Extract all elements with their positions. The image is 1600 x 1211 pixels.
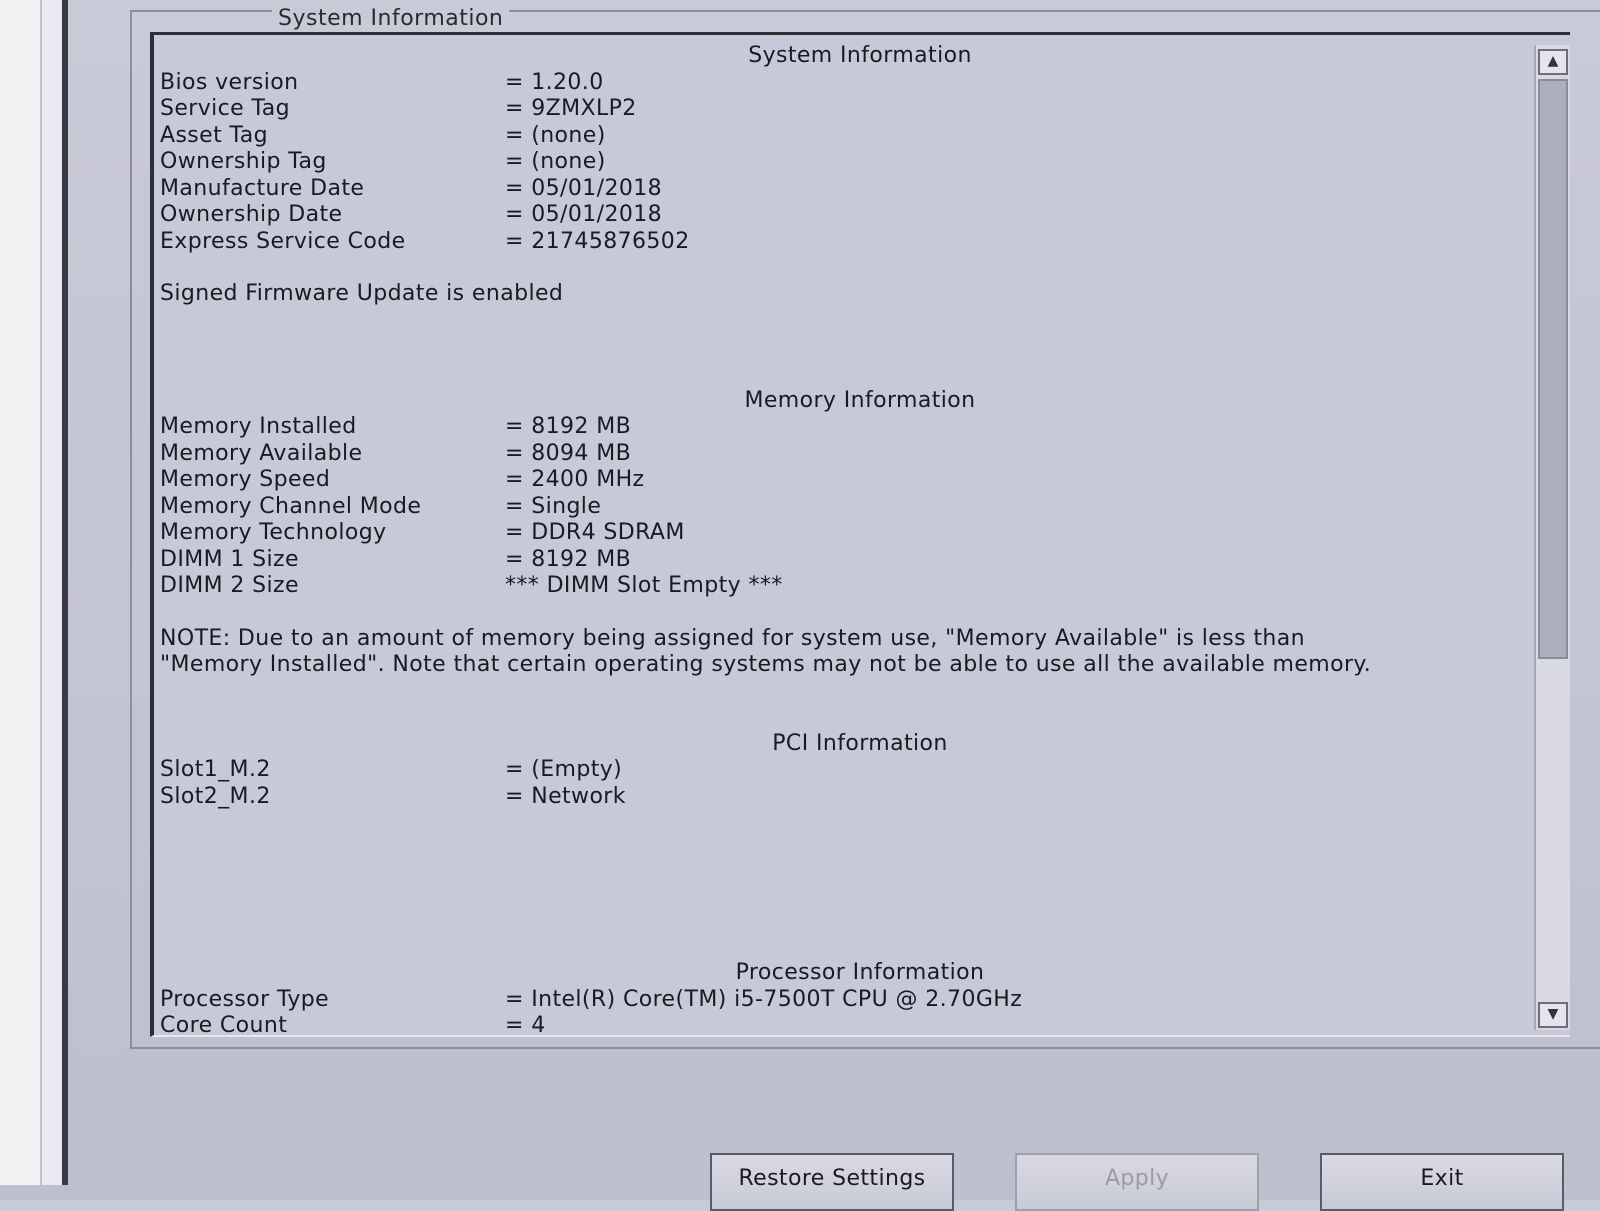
row-label: Memory Installed bbox=[160, 414, 357, 439]
memory-info-list: Memory Installed = 8192 MB Memory Availab… bbox=[160, 414, 1530, 600]
system-information-group: System Information System Information Bi… bbox=[130, 6, 1600, 1049]
info-row: Memory Technology = DDR4 SDRAM bbox=[160, 520, 1530, 547]
row-label: Memory Technology bbox=[160, 520, 387, 545]
processor-info-list: Processor Type = Intel(R) Core(TM) i5-750… bbox=[160, 987, 1530, 1037]
row-label: DIMM 2 Size bbox=[160, 573, 299, 598]
firmware-note: Signed Firmware Update is enabled bbox=[160, 281, 564, 306]
row-value: = (Empty) bbox=[505, 757, 623, 782]
row-label: Slot2_M.2 bbox=[160, 783, 271, 809]
row-value: = 9ZMXLP2 bbox=[505, 96, 637, 121]
info-row: Memory Installed = 8192 MB bbox=[160, 414, 1530, 441]
info-panel[interactable]: System Information Bios version = 1.20.0 … bbox=[150, 32, 1570, 1037]
info-row: Ownership Tag = (none) bbox=[160, 149, 1530, 176]
system-info-list: Bios version = 1.20.0 Service Tag = 9ZMXLP… bbox=[160, 70, 1530, 256]
row-label: Asset Tag bbox=[160, 122, 268, 148]
row-value: = 05/01/2018 bbox=[505, 175, 663, 201]
exit-button[interactable]: Exit bbox=[1320, 1153, 1564, 1211]
memory-info-heading: Memory Information bbox=[744, 387, 976, 413]
row-value: = 4 bbox=[505, 1013, 546, 1037]
row-value: *** DIMM Slot Empty *** bbox=[505, 573, 783, 598]
info-row: Core Count = 4 bbox=[160, 1013, 1530, 1037]
info-row: Manufacture Date = 05/01/2018 bbox=[160, 176, 1530, 203]
navigation-pane bbox=[0, 0, 68, 1185]
row-value: = Network bbox=[505, 783, 626, 809]
row-label: Processor Type bbox=[160, 986, 330, 1012]
info-row: Memory Available = 8094 MB bbox=[160, 441, 1530, 468]
row-value: = 8192 MB bbox=[505, 546, 632, 572]
row-value: = 8192 MB bbox=[505, 414, 632, 439]
info-row: Express Service Code = 21745876502 bbox=[160, 229, 1530, 256]
row-label: Slot1_M.2 bbox=[160, 757, 271, 782]
info-row: Asset Tag = (none) bbox=[160, 123, 1530, 150]
info-content: System Information Bios version = 1.20.0 … bbox=[160, 43, 1530, 1037]
row-label: Memory Available bbox=[160, 440, 363, 466]
scroll-thumb[interactable] bbox=[1538, 79, 1568, 659]
info-row: Processor Type = Intel(R) Core(TM) i5-750… bbox=[160, 987, 1530, 1014]
memory-note: NOTE: Due to an amount of memory being a… bbox=[160, 625, 1372, 678]
row-label: Ownership Tag bbox=[160, 149, 327, 174]
restore-settings-button[interactable]: Restore Settings bbox=[710, 1153, 954, 1211]
row-label: Ownership Date bbox=[160, 202, 343, 227]
info-row: Bios version = 1.20.0 bbox=[160, 70, 1530, 97]
row-label: Memory Channel Mode bbox=[160, 493, 422, 519]
info-row: DIMM 1 Size = 8192 MB bbox=[160, 547, 1530, 574]
row-label: Core Count bbox=[160, 1013, 288, 1037]
navigation-tree bbox=[0, 0, 42, 1185]
row-value: = (none) bbox=[505, 122, 606, 148]
row-label: Memory Speed bbox=[160, 467, 331, 492]
row-value: = (none) bbox=[505, 149, 606, 174]
scroll-up-button[interactable]: ▲ bbox=[1538, 49, 1568, 75]
info-row: Memory Speed = 2400 MHz bbox=[160, 467, 1530, 494]
system-info-heading: System Information bbox=[748, 43, 972, 68]
row-value: = 8094 MB bbox=[505, 440, 632, 466]
pci-info-list: Slot1_M.2 = (Empty) Slot2_M.2 = Network bbox=[160, 757, 1530, 810]
info-row: Ownership Date = 05/01/2018 bbox=[160, 202, 1530, 229]
vertical-scrollbar[interactable]: ▲ ▼ bbox=[1534, 45, 1570, 1030]
info-row: Slot2_M.2 = Network bbox=[160, 784, 1530, 811]
row-label: Express Service Code bbox=[160, 228, 406, 254]
apply-button[interactable]: Apply bbox=[1015, 1153, 1259, 1211]
row-label: Service Tag bbox=[160, 96, 290, 121]
row-value: = 2400 MHz bbox=[505, 467, 645, 492]
row-value: = 05/01/2018 bbox=[505, 202, 663, 227]
row-label: Bios version bbox=[160, 69, 299, 95]
info-row: Service Tag = 9ZMXLP2 bbox=[160, 96, 1530, 123]
arrow-down-icon: ▼ bbox=[1547, 1006, 1559, 1022]
row-value: = Intel(R) Core(TM) i5-7500T CPU @ 2.70G… bbox=[505, 986, 1023, 1012]
row-label: Manufacture Date bbox=[160, 175, 365, 201]
info-row: Memory Channel Mode = Single bbox=[160, 494, 1530, 521]
processor-info-heading: Processor Information bbox=[735, 960, 985, 985]
scroll-down-button[interactable]: ▼ bbox=[1538, 1002, 1568, 1028]
row-value: = DDR4 SDRAM bbox=[505, 520, 685, 545]
arrow-up-icon: ▲ bbox=[1547, 53, 1559, 69]
group-title: System Information bbox=[272, 6, 510, 31]
info-row: Slot1_M.2 = (Empty) bbox=[160, 757, 1530, 784]
info-row: DIMM 2 Size *** DIMM Slot Empty *** bbox=[160, 573, 1530, 600]
row-value: = Single bbox=[505, 493, 602, 519]
pci-info-heading: PCI Information bbox=[772, 730, 948, 756]
row-value: = 21745876502 bbox=[505, 228, 690, 254]
row-value: = 1.20.0 bbox=[505, 69, 604, 95]
row-label: DIMM 1 Size bbox=[160, 546, 299, 572]
